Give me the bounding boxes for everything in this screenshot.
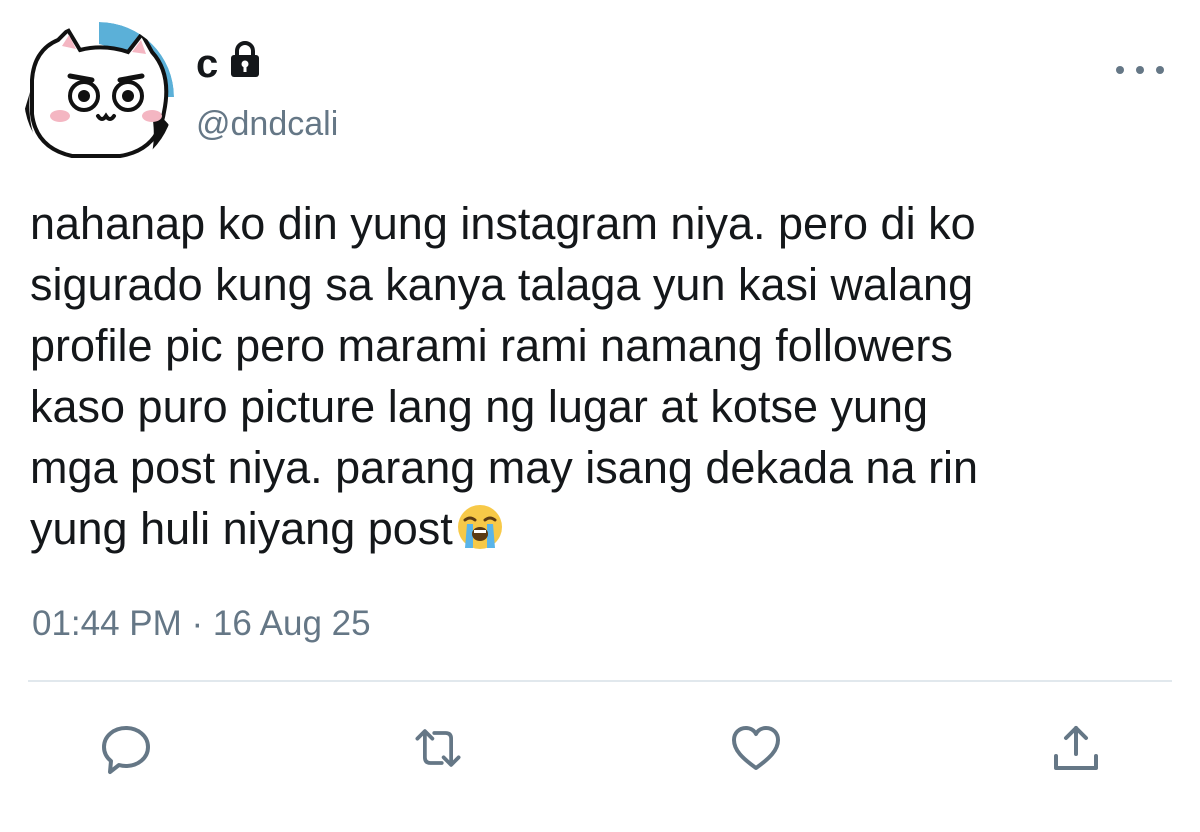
tweet-text-line: kaso puro picture lang ng lugar at kotse… [30, 381, 929, 432]
tweet-text-line: sigurado kung sa kanya talaga yun kasi w… [30, 259, 974, 310]
retweet-icon [415, 729, 461, 767]
tweet-text-line: profile pic pero marami rami namang foll… [30, 320, 953, 371]
avatar[interactable] [24, 22, 174, 172]
like-button[interactable] [726, 718, 786, 778]
user-handle[interactable]: @dndcali [196, 104, 338, 144]
tweet-text-last-line: yung huli niyang post [30, 498, 1180, 559]
like-icon [732, 726, 780, 770]
retweet-button[interactable] [408, 718, 468, 778]
share-button[interactable] [1046, 718, 1106, 778]
tweet-text-line: nahanap ko din yung instagram niya. pero… [30, 198, 976, 249]
display-name[interactable]: c [196, 41, 262, 86]
divider [28, 680, 1172, 682]
cat-avatar-image [24, 22, 174, 172]
reply-icon [102, 726, 150, 774]
lock-icon [228, 40, 262, 78]
more-button[interactable] [1116, 58, 1164, 82]
display-name-text: c [196, 42, 219, 86]
tweet-text: nahanap ko din yung instagram niya. pero… [30, 193, 1180, 559]
tweet-timestamp[interactable]: 01:44 PM · 16 Aug 25 [32, 604, 371, 644]
loudly-crying-face-emoji-icon [455, 502, 505, 552]
tweet-text-line: yung huli niyang post [30, 503, 453, 554]
tweet: c @dndcali nahanap ko din yung instagram… [0, 0, 1200, 832]
reply-button[interactable] [96, 718, 156, 778]
more-icon [1136, 66, 1144, 74]
more-icon [1116, 66, 1124, 74]
tweet-text-line: mga post niya. parang may isang dekada n… [30, 442, 979, 493]
share-icon [1054, 726, 1098, 770]
more-icon [1156, 66, 1164, 74]
